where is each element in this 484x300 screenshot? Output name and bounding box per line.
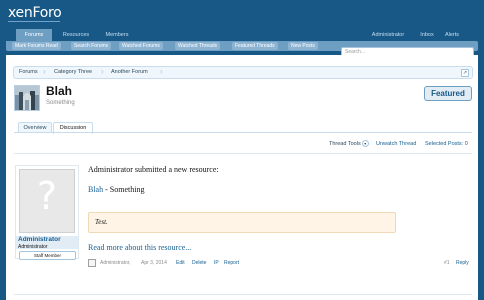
crumb-separator: ›	[101, 67, 104, 76]
reply-link[interactable]: Reply	[456, 259, 469, 267]
nav-tab-resources[interactable]: Resources	[56, 29, 96, 41]
message-heading: Administrator submitted a new resource:	[88, 165, 219, 174]
delete-link[interactable]: Delete	[192, 259, 206, 267]
resource-link[interactable]: Blah	[88, 185, 103, 194]
crumb-separator: ›	[160, 67, 163, 76]
post-divider	[14, 153, 472, 154]
subnav-new-posts[interactable]: New Posts	[288, 42, 318, 50]
jump-menu-icon[interactable]: ↗	[461, 69, 469, 77]
subnav-featured-threads[interactable]: Featured Threads	[232, 42, 278, 50]
main-content: Forums › Category Three › Another Forum …	[6, 55, 478, 300]
message-user-info: ? Administrator Administrator Staff Memb…	[15, 165, 79, 260]
default-avatar-icon: ?	[36, 174, 58, 218]
main-nav: Forums Resources Members Administrator I…	[0, 29, 484, 41]
nav-tab-members[interactable]: Members	[99, 29, 135, 41]
read-more-link[interactable]: Read more about this resource...	[88, 243, 191, 252]
post-date[interactable]: Apr 3, 2014	[141, 259, 167, 267]
edit-link[interactable]: Edit	[176, 259, 185, 267]
resource-description: Something	[109, 185, 145, 194]
thread-tools-label: Thread Tools	[329, 141, 361, 147]
subnav-search-forums[interactable]: Search Forums	[71, 42, 112, 50]
subnav-watched-forums[interactable]: Watched Forums	[119, 42, 163, 50]
avatar[interactable]: ?	[19, 169, 75, 233]
crumb-separator: ›	[43, 67, 46, 76]
featured-badge: Featured	[424, 86, 472, 101]
logo-underline	[8, 21, 60, 22]
footer-divider	[14, 294, 472, 295]
thread-subtitle: Something	[46, 100, 75, 106]
selected-posts-link[interactable]: Selected Posts: 0	[425, 140, 468, 148]
thread-title: Blah	[46, 84, 73, 98]
chevron-down-icon: ▾	[361, 140, 369, 148]
thread-tools-menu[interactable]: Thread Tools ▾	[329, 140, 369, 148]
breadcrumb: Forums › Category Three › Another Forum …	[13, 66, 473, 79]
ip-link[interactable]: IP	[214, 259, 219, 267]
message-meta: Administrator, Apr 3, 2014 Edit Delete I…	[88, 259, 472, 267]
crumb-forums[interactable]: Forums	[19, 67, 38, 78]
crumb-another-forum[interactable]: Another Forum	[111, 67, 148, 78]
subnav-mark-read[interactable]: Mark Forums Read	[12, 42, 61, 50]
avatar-image-icon	[15, 86, 39, 110]
resource-quote: Test.	[88, 212, 396, 233]
thread-avatar	[14, 85, 40, 111]
nav-inbox[interactable]: Inbox	[416, 29, 438, 41]
user-title: Administrator	[18, 244, 48, 250]
subnav-watched-threads[interactable]: Watched Threads	[175, 42, 221, 50]
username[interactable]: Administrator	[18, 236, 61, 243]
select-post-checkbox[interactable]	[88, 259, 96, 267]
site-logo[interactable]: xenForo	[8, 5, 62, 21]
site-header: xenForo Forums Resources Members Adminis…	[0, 0, 484, 44]
resource-separator: -	[103, 185, 110, 194]
nav-account-administrator[interactable]: Administrator	[365, 29, 411, 41]
staff-badge: Staff Member	[19, 251, 76, 260]
tabs-divider	[14, 132, 472, 133]
quote-text: Test.	[95, 218, 108, 226]
unwatch-thread-link[interactable]: Unwatch Thread	[376, 140, 416, 148]
nav-tab-forums[interactable]: Forums	[16, 29, 52, 41]
resource-line: Blah - Something	[88, 185, 144, 194]
nav-alerts[interactable]: Alerts	[442, 29, 462, 41]
post-author[interactable]: Administrator,	[100, 259, 131, 267]
report-link[interactable]: Report	[224, 259, 239, 267]
post-number[interactable]: #1	[444, 259, 450, 267]
crumb-category-three[interactable]: Category Three	[54, 67, 92, 78]
